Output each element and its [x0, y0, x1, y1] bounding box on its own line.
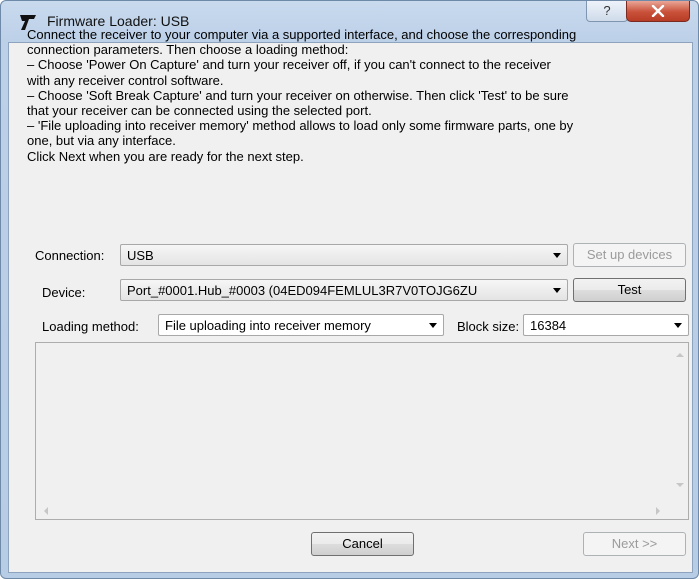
- instruction-line: – Choose 'Power On Capture' and turn you…: [27, 57, 551, 73]
- connection-value: USB: [127, 248, 154, 263]
- loading-method-label: Loading method:: [42, 319, 139, 334]
- set-up-devices-button[interactable]: Set up devices: [573, 243, 686, 267]
- chevron-down-icon: [674, 323, 682, 328]
- horizontal-scrollbar[interactable]: [36, 502, 672, 519]
- chevron-down-icon: [553, 288, 561, 293]
- block-size-value: 16384: [530, 318, 567, 333]
- block-size-label: Block size:: [457, 319, 520, 334]
- instruction-line: that your receiver can be connected usin…: [27, 103, 372, 119]
- help-button[interactable]: ?: [586, 1, 628, 22]
- test-button[interactable]: Test: [573, 278, 686, 302]
- scroll-up-icon[interactable]: [676, 353, 684, 357]
- instruction-line: Click Next when you are ready for the ne…: [27, 148, 304, 164]
- instruction-line: Connect the receiver to your computer vi…: [27, 27, 577, 42]
- block-size-dropdown[interactable]: 16384: [523, 314, 689, 336]
- scroll-left-icon[interactable]: [44, 507, 48, 515]
- loading-method-dropdown[interactable]: File uploading into receiver memory: [158, 314, 444, 336]
- scrollbar-corner: [671, 502, 688, 519]
- scroll-right-icon[interactable]: [656, 507, 660, 515]
- scroll-down-icon[interactable]: [676, 483, 684, 487]
- firmware-loader-window: Firmware Loader: USB ? Connect the recei…: [0, 0, 699, 579]
- next-button[interactable]: Next >>: [583, 532, 686, 556]
- chevron-down-icon: [429, 323, 437, 328]
- instruction-line: – 'File uploading into receiver memory' …: [27, 118, 574, 134]
- instruction-line: – Choose 'Soft Break Capture' and turn y…: [27, 87, 569, 103]
- chevron-down-icon: [553, 253, 561, 258]
- cancel-button[interactable]: Cancel: [311, 532, 414, 556]
- vertical-scrollbar[interactable]: [671, 343, 688, 502]
- device-value: Port_#0001.Hub_#0003 (04ED094FEMLUL3R7V0…: [127, 283, 478, 298]
- instruction-line: with any receiver control software.: [27, 72, 224, 88]
- instruction-line: connection parameters. Then choose a loa…: [27, 42, 349, 58]
- device-label: Device:: [42, 285, 86, 300]
- close-button[interactable]: [626, 1, 690, 22]
- instruction-line: one, but via any interface.: [27, 133, 176, 149]
- help-glyph: ?: [603, 3, 611, 18]
- connection-label: Connection:: [35, 248, 105, 263]
- connection-dropdown[interactable]: USB: [120, 244, 568, 266]
- instructions-text: Connect the receiver to your computer vi…: [27, 27, 677, 164]
- close-icon: [651, 5, 665, 17]
- device-dropdown[interactable]: Port_#0001.Hub_#0003 (04ED094FEMLUL3R7V0…: [120, 279, 568, 301]
- log-text-area[interactable]: [35, 342, 689, 520]
- loading-method-value: File uploading into receiver memory: [165, 318, 371, 333]
